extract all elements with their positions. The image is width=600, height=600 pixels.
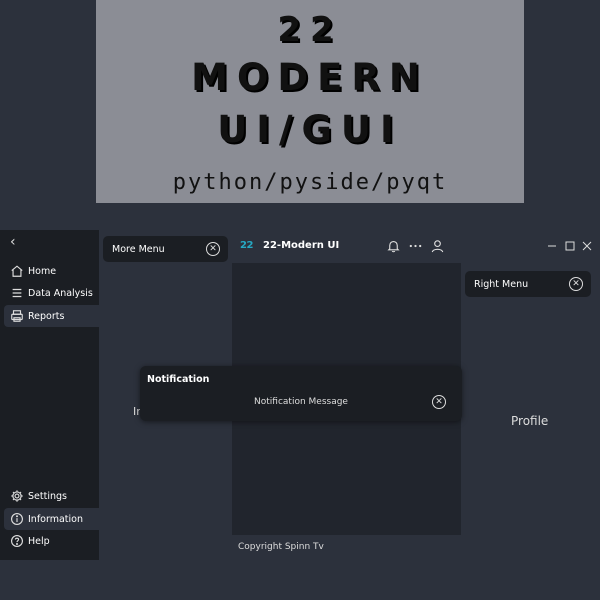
collapse-menu-button[interactable]: ‹ [10, 234, 16, 250]
more-menu-header: More Menu ✕ [103, 236, 228, 262]
sidebar-item-data-analysis[interactable]: Data Analysis [4, 282, 99, 304]
sidebar-item-information[interactable]: Information [4, 508, 99, 530]
close-more-menu-button[interactable]: ✕ [206, 242, 220, 256]
sidebar-item-settings[interactable]: Settings [4, 485, 99, 507]
notification-message: Notification Message [254, 397, 348, 407]
banner-subtitle: python/pyside/pyqt [172, 170, 448, 195]
footer-bar: Copyright Spinn Tv [232, 535, 600, 560]
app-title: 22-Modern UI [263, 240, 340, 251]
banner-line-2: MODERN [191, 56, 429, 99]
app-logo: 22 [240, 240, 253, 251]
close-notification-button[interactable]: ✕ [432, 395, 446, 409]
banner-line-1: 22 [277, 10, 343, 50]
banner-line-3: UI/GUI [217, 108, 403, 151]
bell-icon[interactable] [386, 238, 401, 254]
sidebar-item-reports[interactable]: Reports [4, 305, 99, 327]
copyright-text: Copyright Spinn Tv [238, 542, 324, 552]
minimize-icon[interactable] [546, 238, 558, 254]
sidebar-item-label: Reports [28, 310, 65, 322]
profile-label: Profile [511, 414, 549, 428]
right-menu-panel: Right Menu ✕ Profile [461, 263, 600, 535]
sidebar-item-home[interactable]: Home [4, 260, 99, 282]
user-icon[interactable] [430, 238, 445, 254]
help-icon [11, 535, 23, 547]
printer-icon [11, 310, 23, 322]
close-icon[interactable] [581, 238, 593, 254]
more-icon[interactable] [408, 238, 423, 254]
sidebar-item-label: Settings [28, 490, 67, 502]
close-right-menu-button[interactable]: ✕ [569, 277, 583, 291]
sidebar-item-help[interactable]: Help [4, 530, 99, 552]
promo-banner: 22 MODERN UI/GUI python/pyside/pyqt [96, 0, 524, 203]
sidebar-item-label: Home [28, 265, 57, 277]
gear-icon [11, 490, 23, 502]
maximize-icon[interactable] [564, 238, 576, 254]
right-menu-title: Right Menu [474, 278, 529, 290]
more-menu-title: More Menu [112, 243, 165, 255]
left-sidebar: ‹ Home Data Analysis Reports Settings In… [0, 230, 99, 560]
notification-title: Notification [147, 374, 210, 385]
list-icon [12, 288, 22, 298]
sidebar-item-label: Information [28, 513, 83, 525]
home-icon [11, 265, 23, 277]
notification-popup: Notification Notification Message ✕ [140, 366, 462, 421]
title-bar: 22 22-Modern UI [232, 230, 600, 263]
right-menu-header: Right Menu ✕ [465, 271, 591, 297]
sidebar-item-label: Data Analysis [28, 287, 93, 299]
info-icon [11, 513, 23, 525]
sidebar-item-label: Help [28, 535, 50, 547]
